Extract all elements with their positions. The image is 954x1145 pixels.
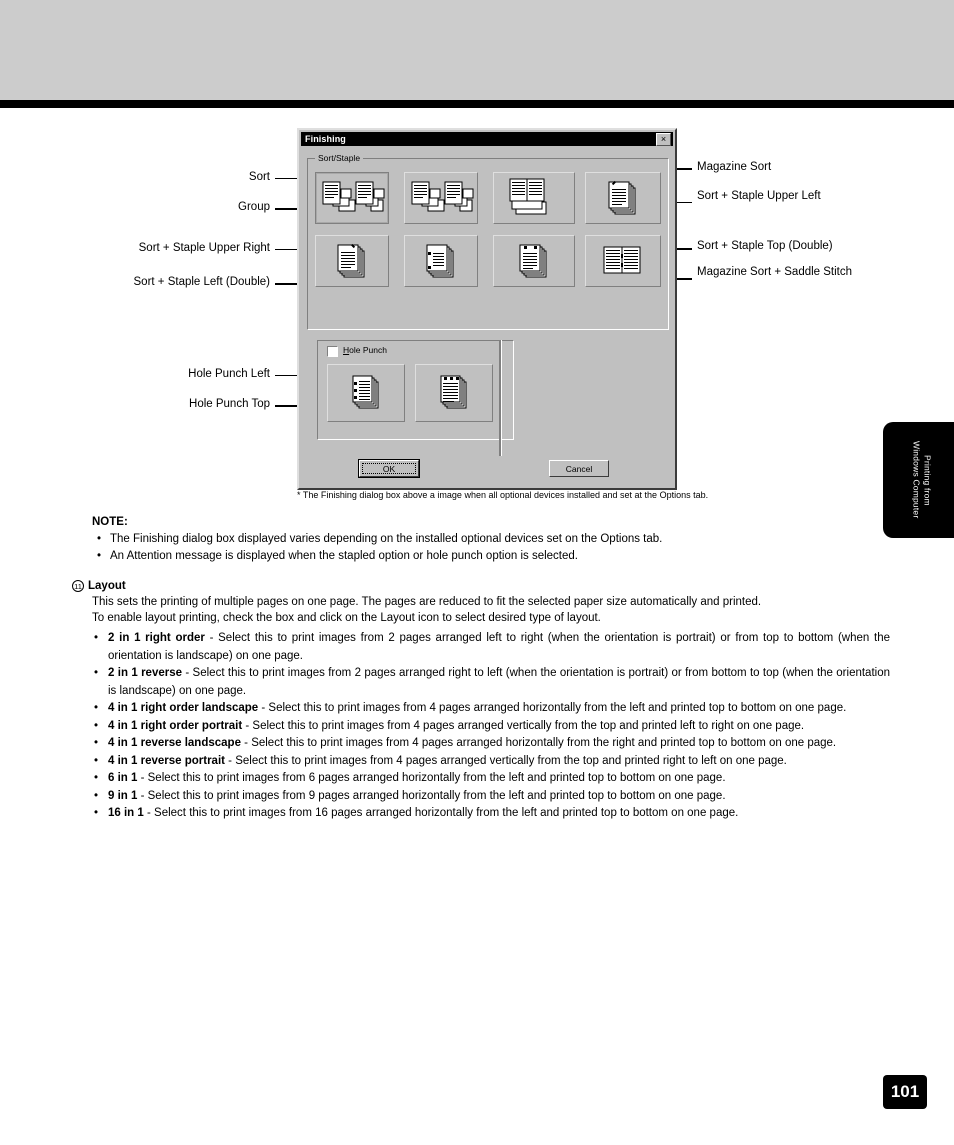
layout-paragraph-1: This sets the printing of multiple pages…: [92, 596, 762, 608]
page-header-rule: [0, 100, 954, 108]
note-item-text: An Attention message is displayed when t…: [110, 550, 578, 562]
sort-staple-group-label: Sort/Staple: [315, 153, 364, 163]
callout-sort: Sort: [248, 171, 270, 183]
staple-top-double-icon: [519, 244, 547, 278]
list-item: • 4 in 1 right order landscape - Select t…: [92, 700, 890, 718]
hole-punch-checkbox[interactable]: [327, 346, 338, 357]
callout-hole-punch-top: Hole Punch Top: [189, 398, 270, 410]
callout-sort-staple-upper-left: Sort + Staple Upper Left: [697, 190, 821, 202]
layout-heading: Layout: [88, 580, 126, 592]
ok-button-label: OK: [382, 463, 396, 474]
page-header-band: [0, 0, 954, 100]
list-bullet: •: [94, 754, 99, 767]
figure-footnote: * The Finishing dialog box above a image…: [297, 490, 709, 500]
note-item: • An Attention message is displayed when…: [92, 548, 892, 564]
callout-sort-staple-left-double: Sort + Staple Left (Double): [133, 276, 270, 288]
dialog-title: Finishing: [305, 134, 346, 144]
list-item-term: 4 in 1 right order landscape: [108, 702, 259, 714]
dialog-titlebar: Finishing ×: [301, 132, 673, 146]
note-block: NOTE: • The Finishing dialog box display…: [92, 516, 892, 565]
layout-marker: 11: [72, 580, 84, 592]
option-sort-staple-top-double[interactable]: [493, 235, 575, 287]
callout-magazine-sort-saddle-stitch: Magazine Sort + Saddle Stitch: [697, 266, 853, 278]
list-bullet: •: [94, 667, 99, 679]
list-item: • 6 in 1 - Select this to print images fr…: [92, 770, 890, 788]
list-bullet: •: [94, 772, 99, 784]
callout-group: Group: [238, 201, 270, 213]
list-item: • 4 in 1 right order portrait - Select th…: [92, 718, 890, 736]
list-item-term: 6 in 1: [108, 772, 138, 784]
option-sort-staple-upper-right[interactable]: [315, 235, 389, 287]
cancel-button-label: Cancel: [565, 463, 593, 474]
list-item: • 9 in 1 - Select this to print images fr…: [92, 788, 890, 806]
option-hole-punch-top[interactable]: [415, 364, 493, 422]
list-bullet: •: [94, 807, 99, 819]
list-item-desc: - Select this to print images from 2 pag…: [108, 632, 890, 662]
callout-sort-staple-upper-right: Sort + Staple Upper Right: [138, 242, 270, 254]
list-item: • 16 in 1 - Select this to print images f…: [92, 805, 890, 823]
option-group[interactable]: [404, 172, 478, 224]
list-bullet: •: [94, 702, 99, 714]
hole-punch-left-icon: [352, 375, 379, 409]
list-bullet: •: [94, 632, 99, 644]
cancel-button[interactable]: Cancel: [549, 460, 609, 477]
list-item: • 4 in 1 reverse portrait - Select this t…: [92, 753, 890, 771]
list-bullet: •: [94, 789, 99, 802]
option-magazine-sort[interactable]: [493, 172, 575, 224]
ok-button[interactable]: OK: [358, 459, 420, 478]
list-item-term: 4 in 1 reverse landscape: [108, 737, 241, 749]
option-sort-staple-left-double[interactable]: [404, 235, 478, 287]
note-bullet: •: [97, 550, 102, 562]
staple-left-double-icon: [426, 244, 454, 278]
staple-upper-left-icon: [608, 180, 636, 215]
dialog-vertical-divider: [499, 340, 502, 456]
list-item-desc: - Select this to print images from 16 pa…: [143, 807, 739, 819]
option-sort-staple-upper-left[interactable]: [585, 172, 661, 224]
note-title: NOTE:: [92, 516, 128, 528]
list-item: • 2 in 1 reverse - Select this to print i…: [92, 665, 890, 700]
layout-option-list: • 2 in 1 right order - Select this to pri…: [92, 630, 890, 823]
list-item-desc: - Select this to print images from 4 pag…: [224, 754, 787, 767]
close-icon[interactable]: ×: [656, 132, 671, 146]
list-item-term: 2 in 1 right order: [108, 632, 205, 644]
layout-block: 11 Layout This sets the printing of mult…: [72, 580, 890, 823]
list-item-term: 2 in 1 reverse: [108, 667, 183, 679]
list-item-desc: - Select this to print images from 4 pag…: [258, 702, 847, 714]
saddle-stitch-icon: [603, 246, 641, 274]
list-item: • 2 in 1 right order - Select this to pri…: [92, 630, 890, 665]
list-bullet: •: [94, 737, 99, 749]
finishing-dialog: Finishing × Sort/Staple Hole Punch OK Ca…: [297, 128, 677, 490]
hole-punch-checkbox-label: HHole Punchole Punch: [343, 345, 387, 355]
list-item-term: 16 in 1: [108, 807, 144, 819]
callout-magazine-sort: Magazine Sort: [697, 161, 772, 173]
finishing-figure: Sort Group Sort + Staple Upper Right Sor…: [0, 120, 954, 510]
list-item-term: 4 in 1 right order portrait: [108, 719, 243, 732]
layout-heading-row: 11 Layout: [72, 580, 890, 592]
note-item-text: The Finishing dialog box displayed varie…: [110, 533, 663, 545]
group-icon: [411, 181, 474, 212]
staple-upper-right-icon: [337, 243, 365, 278]
list-item-term: 4 in 1 reverse portrait: [108, 754, 225, 767]
page-number-badge: 101: [883, 1075, 927, 1109]
list-item-desc: - Select this to print images from 2 pag…: [108, 667, 890, 697]
note-item: • The Finishing dialog box displayed var…: [92, 531, 892, 547]
option-magazine-sort-saddle-stitch[interactable]: [585, 235, 661, 287]
callout-sort-staple-top-double: Sort + Staple Top (Double): [697, 240, 833, 252]
list-item: • 4 in 1 reverse landscape - Select this …: [92, 735, 890, 753]
option-hole-punch-left[interactable]: [327, 364, 405, 422]
list-item-desc: - Select this to print images from 4 pag…: [240, 737, 837, 749]
note-bullet: •: [97, 533, 102, 545]
option-sort[interactable]: [315, 172, 389, 224]
list-item-term: 9 in 1: [108, 789, 138, 802]
sort-icon: [322, 181, 385, 212]
list-item-desc: - Select this to print images from 6 pag…: [137, 772, 726, 784]
list-item-desc: - Select this to print images from 4 pag…: [242, 719, 805, 732]
hole-punch-top-icon: [440, 375, 467, 409]
list-item-desc: - Select this to print images from 9 pag…: [137, 789, 726, 802]
callout-hole-punch-left: Hole Punch Left: [188, 368, 270, 380]
layout-paragraph-2: To enable layout printing, check the box…: [92, 612, 601, 624]
list-bullet: •: [94, 719, 99, 732]
magazine-sort-icon: [509, 178, 547, 215]
